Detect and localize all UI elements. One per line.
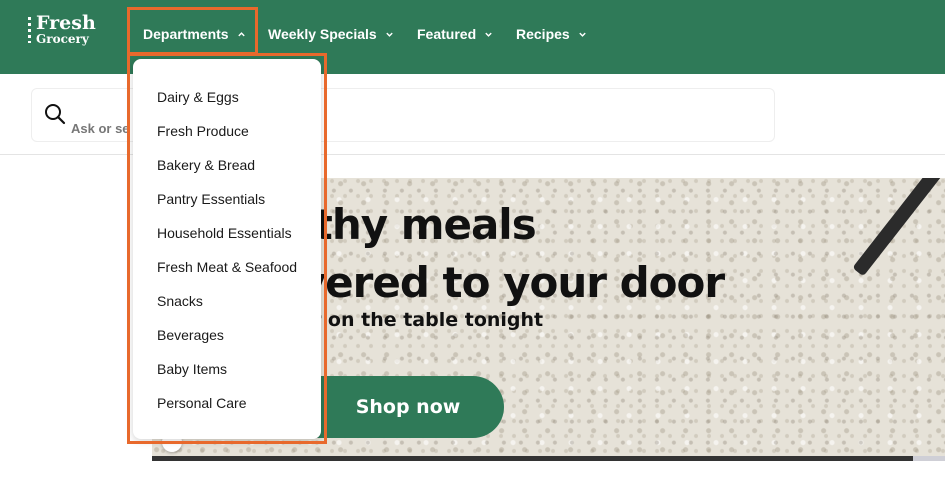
- nav-weekly-specials-label: Weekly Specials: [268, 26, 377, 42]
- nav-recipes-label: Recipes: [516, 26, 570, 42]
- menu-item-dairy-eggs[interactable]: Dairy & Eggs: [157, 89, 239, 105]
- chevron-up-icon: [237, 31, 245, 36]
- menu-item-baby-items[interactable]: Baby Items: [157, 361, 227, 377]
- carousel-progress-fill: [152, 456, 914, 461]
- logo-text-line2: Grocery: [36, 32, 89, 46]
- banner-headline-line2: livered to your door: [272, 258, 725, 307]
- departments-menu: Dairy & Eggs Fresh Produce Bakery & Brea…: [133, 59, 321, 439]
- logo-text-line1: Fresh: [36, 12, 96, 34]
- nav-departments-label: Departments: [143, 26, 229, 42]
- chevron-down-icon: [485, 32, 492, 37]
- menu-item-pantry-essentials[interactable]: Pantry Essentials: [157, 191, 265, 207]
- search-icon[interactable]: [44, 103, 66, 125]
- menu-item-personal-care[interactable]: Personal Care: [157, 395, 247, 411]
- nav-featured[interactable]: Featured: [417, 26, 493, 42]
- chevron-down-icon: [385, 32, 393, 37]
- nav-featured-label: Featured: [417, 26, 477, 42]
- menu-item-fresh-produce[interactable]: Fresh Produce: [157, 123, 249, 139]
- chevron-down-icon: [578, 32, 586, 37]
- menu-item-fresh-meat-seafood[interactable]: Fresh Meat & Seafood: [157, 259, 297, 275]
- menu-item-beverages[interactable]: Beverages: [157, 327, 224, 343]
- nav-departments[interactable]: Departments: [143, 26, 246, 42]
- carousel-progress: [152, 456, 945, 461]
- menu-item-bakery-bread[interactable]: Bakery & Bread: [157, 157, 255, 173]
- banner-utensil-image: [852, 178, 945, 277]
- nav-recipes[interactable]: Recipes: [516, 26, 587, 42]
- logo-mark: [28, 17, 31, 43]
- menu-item-household-essentials[interactable]: Household Essentials: [157, 225, 292, 241]
- search-placeholder: Ask or se: [71, 121, 130, 136]
- menu-item-snacks[interactable]: Snacks: [157, 293, 203, 309]
- nav-weekly-specials[interactable]: Weekly Specials: [268, 26, 394, 42]
